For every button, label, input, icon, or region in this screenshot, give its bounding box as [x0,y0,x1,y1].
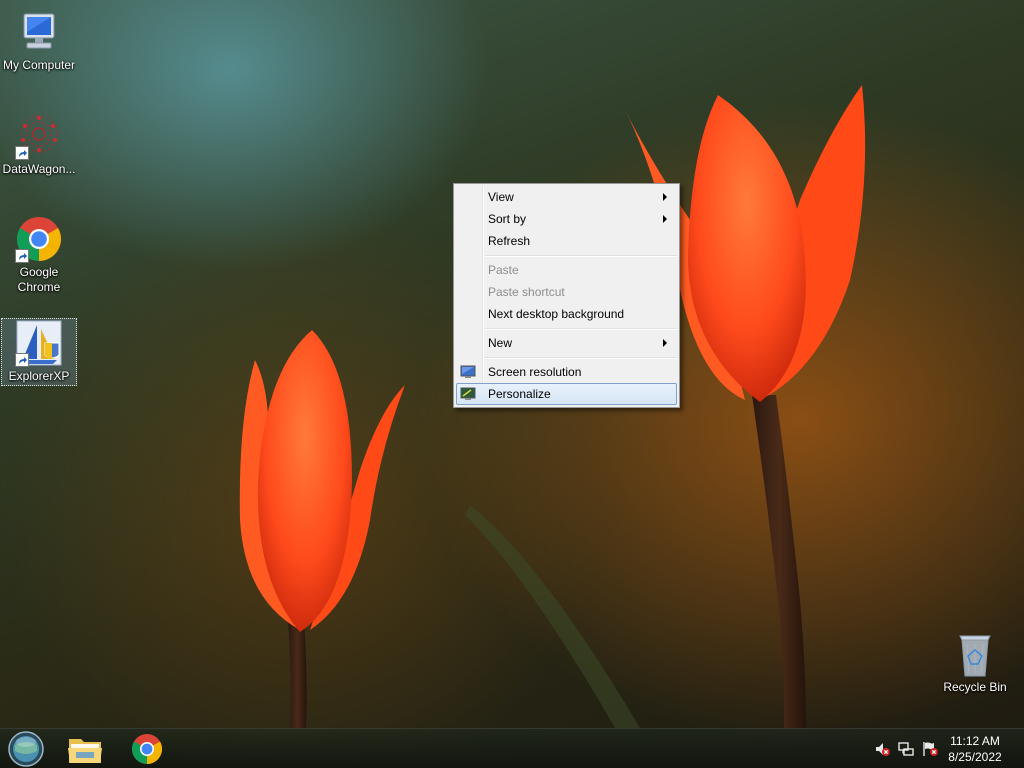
menu-item-label: Refresh [488,234,531,248]
taskbar-file-explorer-button[interactable] [59,731,111,767]
desktop-icon-datawagon[interactable]: DataWagon... [1,112,77,177]
desktop-icon-label: ExplorerXP [8,369,70,383]
chrome-icon [131,734,163,765]
action-center-flag-icon[interactable] [922,741,938,757]
desktop-icon-label: My Computer [2,58,76,72]
volume-muted-icon[interactable] [874,741,890,757]
menu-item-label: Sort by [488,212,527,226]
menu-item-refresh[interactable]: Refresh [456,230,677,252]
menu-item-label: Paste [488,263,519,277]
chrome-icon [15,215,63,263]
menu-item-paste-shortcut[interactable]: Paste shortcut [456,281,677,303]
menu-item-personalize[interactable]: Personalize [456,383,677,405]
menu-item-label: Next desktop background [488,307,625,321]
screen-resolution-icon [460,364,476,380]
menu-item-sort-by[interactable]: Sort by [456,208,677,230]
desktop-icon-label: DataWagon... [2,162,76,176]
desktop-icon-explorerxp[interactable]: ExplorerXP [1,318,77,386]
folder-icon [68,739,102,763]
menu-item-new[interactable]: New [456,332,677,354]
shortcut-arrow-icon [15,249,29,263]
menu-separator [485,255,677,257]
recycle-bin-icon [951,630,999,678]
menu-item-label: New [488,336,513,350]
menu-item-next-desktop-background[interactable]: Next desktop background [456,303,677,325]
datawagon-icon [15,112,63,160]
menu-item-label: Screen resolution [488,365,582,379]
taskbar-google-chrome-button[interactable] [121,731,173,767]
desktop-icon-my-computer[interactable]: My Computer [1,8,77,73]
desktop-icon-recycle-bin[interactable]: Recycle Bin [937,630,1013,695]
menu-item-paste[interactable]: Paste [456,259,677,281]
taskbar: 11:12 AM 8/25/2022 [0,728,1024,768]
submenu-arrow-icon [663,215,667,223]
personalize-icon [460,386,476,402]
menu-item-screen-resolution[interactable]: Screen resolution [456,361,677,383]
clock-date: 8/25/2022 [948,750,1002,764]
start-orb-icon [8,731,44,767]
menu-item-label: Personalize [488,387,551,401]
desktop-icon-label: Recycle Bin [943,680,1007,694]
computer-icon [15,8,63,56]
menu-item-view[interactable]: View [456,186,677,208]
submenu-arrow-icon [663,193,667,201]
menu-item-label: View [488,190,514,204]
desktop-icon-google-chrome[interactable]: Google Chrome [1,215,77,295]
clock-time: 11:12 AM [950,734,1000,748]
menu-separator [485,328,677,330]
explorerxp-icon [15,319,63,367]
menu-item-label: Paste shortcut [488,285,565,299]
desktop-icon-label: Google Chrome [17,265,61,294]
desktop-context-menu: View Sort by Refresh Paste Paste shortcu… [453,183,680,408]
start-button[interactable] [6,730,46,768]
taskbar-clock[interactable]: 11:12 AM 8/25/2022 [940,733,1010,765]
network-icon[interactable] [898,741,914,757]
menu-separator [485,357,677,359]
submenu-arrow-icon [663,339,667,347]
shortcut-arrow-icon [15,353,29,367]
shortcut-arrow-icon [15,146,29,160]
